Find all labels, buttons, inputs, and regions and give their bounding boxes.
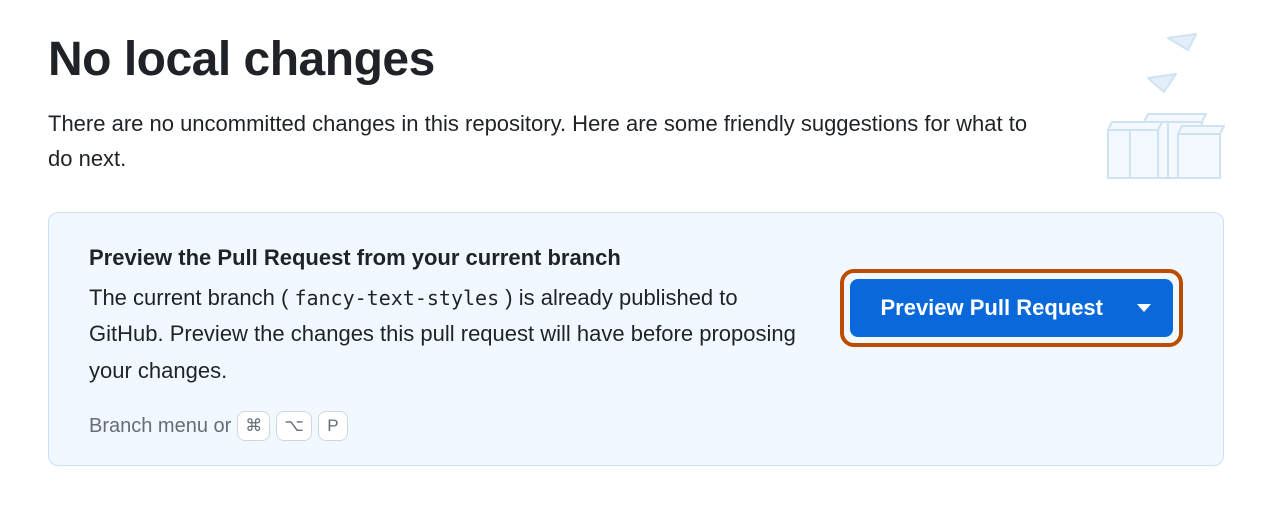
preview-pull-request-button[interactable]: Preview Pull Request xyxy=(850,279,1173,337)
button-highlight-outline: Preview Pull Request xyxy=(840,269,1183,347)
page-subtitle: There are no uncommitted changes in this… xyxy=(48,106,1048,176)
shortcut-label: Branch menu or xyxy=(89,415,231,438)
card-title: Preview the Pull Request from your curre… xyxy=(89,243,810,274)
kbd-cmd: ⌘ xyxy=(237,411,270,441)
desc-prefix: The current branch ( xyxy=(89,285,288,310)
button-label: Preview Pull Request xyxy=(880,295,1103,321)
page-title: No local changes xyxy=(48,30,1068,90)
kbd-option: ⌥ xyxy=(276,411,312,441)
paper-boxes-illustration-icon xyxy=(1048,30,1228,190)
keyboard-shortcut-hint: Branch menu or ⌘ ⌥ P xyxy=(89,411,1183,441)
branch-name: fancy-text-styles xyxy=(294,286,499,310)
suggestion-card: Preview the Pull Request from your curre… xyxy=(48,212,1224,466)
kbd-p: P xyxy=(318,411,348,441)
card-description: The current branch ( fancy-text-styles )… xyxy=(89,280,810,389)
caret-down-icon xyxy=(1137,304,1151,312)
